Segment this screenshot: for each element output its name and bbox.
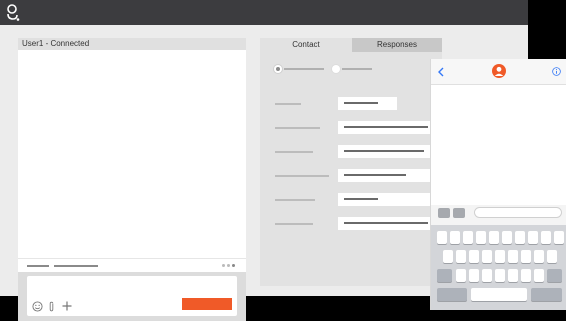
phone-message-area[interactable] — [431, 85, 566, 205]
keyboard-key[interactable] — [541, 231, 551, 244]
status-placeholder-line — [27, 265, 49, 267]
keyboard-key[interactable] — [443, 250, 453, 263]
space-key[interactable] — [471, 288, 527, 301]
contact-field-1[interactable] — [338, 97, 397, 110]
return-key[interactable] — [531, 288, 562, 301]
shift-key[interactable] — [437, 269, 452, 282]
radio-option-1[interactable] — [274, 65, 282, 73]
contact-panel: Contact Responses — [260, 38, 442, 286]
send-button[interactable] — [182, 298, 232, 310]
keyboard-key[interactable] — [495, 250, 505, 263]
paperclip-icon[interactable] — [48, 301, 55, 312]
mobile-device — [430, 59, 566, 310]
contact-field-4[interactable] — [338, 169, 442, 182]
chat-message-input[interactable] — [27, 276, 237, 316]
phone-keyboard[interactable] — [431, 225, 566, 310]
field-label-line — [275, 151, 313, 153]
keyboard-key[interactable] — [508, 269, 518, 282]
keyboard-key[interactable] — [547, 250, 557, 263]
camera-button[interactable] — [438, 208, 450, 218]
chat-header: User1 - Connected — [18, 38, 246, 50]
keyboard-key[interactable] — [528, 231, 538, 244]
chat-transcript[interactable] — [18, 50, 246, 258]
info-icon[interactable] — [552, 67, 561, 76]
chat-input-area — [18, 272, 246, 321]
contact-field-2[interactable] — [338, 121, 442, 134]
keyboard-key[interactable] — [521, 269, 531, 282]
keyboard-key[interactable] — [489, 231, 499, 244]
keyboard-key[interactable] — [463, 231, 473, 244]
apps-button[interactable] — [453, 208, 465, 218]
keyboard-key[interactable] — [534, 269, 544, 282]
keyboard-key[interactable] — [534, 250, 544, 263]
typing-indicator-icon — [222, 264, 238, 268]
contact-field-5[interactable] — [338, 193, 442, 206]
screen: User1 - Connected Contact Responses — [0, 0, 566, 321]
agent-avatar-icon — [492, 64, 506, 78]
keyboard-key[interactable] — [482, 269, 492, 282]
keyboard-key[interactable] — [482, 250, 492, 263]
genesys-logo-icon — [7, 4, 20, 21]
tab-responses[interactable]: Responses — [352, 38, 442, 52]
keyboard-key[interactable] — [469, 250, 479, 263]
keyboard-key[interactable] — [469, 269, 479, 282]
keyboard-key[interactable] — [437, 231, 447, 244]
keyboard-key[interactable] — [450, 231, 460, 244]
top-bar — [0, 0, 528, 25]
keyboard-key[interactable] — [521, 250, 531, 263]
option-label-line — [284, 68, 324, 70]
keyboard-key[interactable] — [456, 269, 466, 282]
background-dark — [528, 0, 566, 50]
keyboard-key[interactable] — [456, 250, 466, 263]
keyboard-key[interactable] — [495, 269, 505, 282]
keyboard-key[interactable] — [508, 250, 518, 263]
chat-panel: User1 - Connected — [18, 38, 246, 321]
status-placeholder-line — [54, 265, 98, 267]
phone-nav-bar — [431, 59, 566, 85]
contact-field-6[interactable] — [338, 217, 442, 230]
option-label-line — [342, 68, 372, 70]
keyboard-key[interactable] — [476, 231, 486, 244]
phone-text-input[interactable] — [474, 207, 562, 218]
field-label-line — [275, 199, 315, 201]
delete-key[interactable] — [547, 269, 562, 282]
emoji-icon[interactable] — [32, 301, 43, 312]
field-label-line — [275, 175, 329, 177]
tab-contact[interactable]: Contact — [260, 38, 352, 52]
phone-composer — [431, 205, 566, 225]
back-chevron-icon[interactable] — [438, 67, 444, 77]
radio-option-2[interactable] — [332, 65, 340, 73]
chat-status-bar — [18, 258, 246, 272]
numbers-key[interactable] — [437, 288, 467, 301]
field-label-line — [275, 103, 301, 105]
field-label-line — [275, 127, 320, 129]
keyboard-key[interactable] — [502, 231, 512, 244]
keyboard-key[interactable] — [515, 231, 525, 244]
chat-title: User1 - Connected — [22, 39, 90, 48]
keyboard-key[interactable] — [554, 231, 564, 244]
field-label-line — [275, 223, 313, 225]
plus-icon[interactable] — [62, 301, 72, 311]
contact-field-3[interactable] — [338, 145, 442, 158]
